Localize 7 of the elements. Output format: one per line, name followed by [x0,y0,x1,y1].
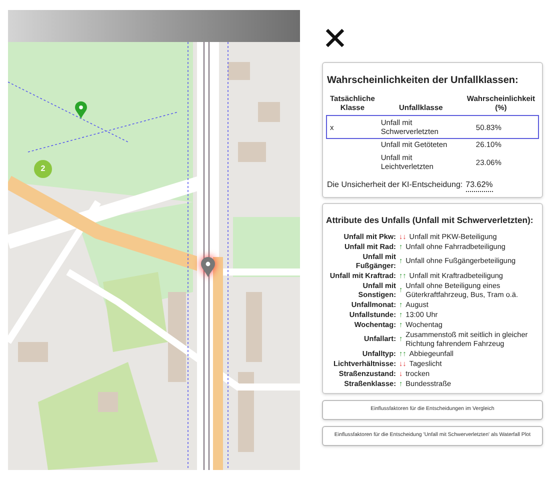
uncertainty-value: 73.62% [466,179,493,192]
card-title: Attribute des Unfalls (Unfall mit Schwerverletzten): [326,214,534,227]
uncertainty-label: Die Unsicherheit der KI-Entscheidung: [327,179,463,191]
map-pin-icon[interactable] [75,101,87,119]
close-icon[interactable] [325,28,345,48]
map-pin-icon[interactable] [201,257,215,277]
card-title: Wahrscheinlichkeiten der Unfallklassen: [327,74,520,88]
